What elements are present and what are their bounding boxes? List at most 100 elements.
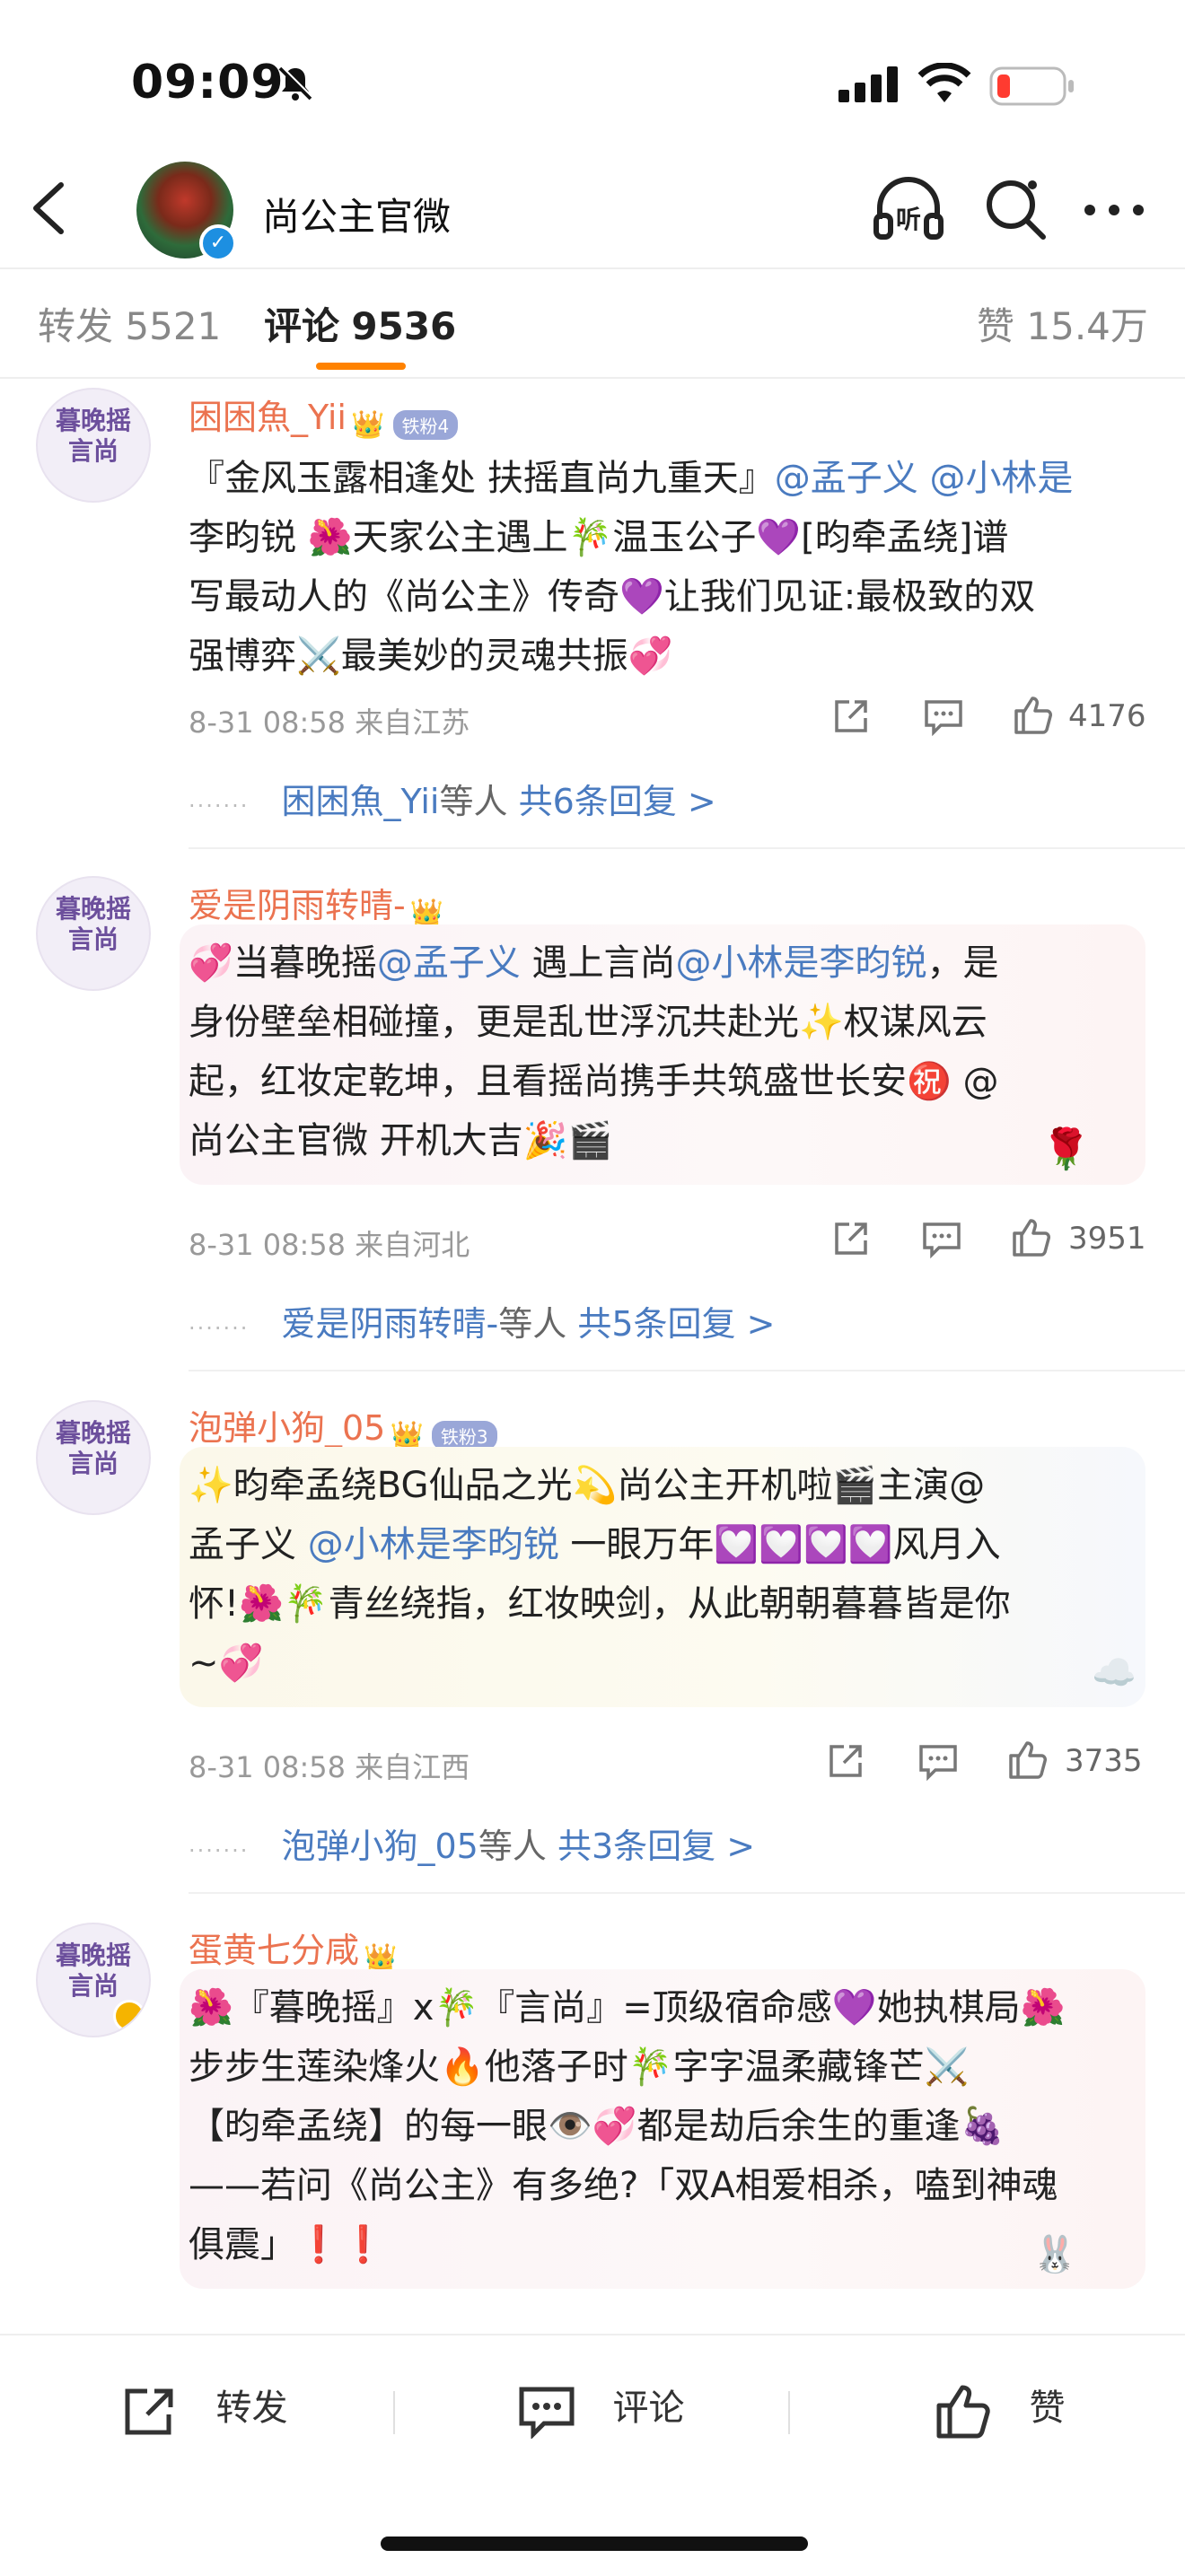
tab-likes-count: 15.4万 bbox=[1026, 304, 1148, 348]
comment-text: 💞当暮晚摇@孟子义 遇上言尚@小林是李昀锐，是 身份壁垒相碰撞，更是乱世浮沉共赴… bbox=[189, 933, 1140, 1170]
view-replies-link[interactable]: ······· 困困魚_Yii等人 共6条回复 > bbox=[189, 774, 716, 823]
more-dots-icon[interactable] bbox=[1083, 201, 1146, 223]
comment-text: 『金风玉露相逢处 扶摇直尚九重天』@孟子义 @小林是 李昀锐 🌺天家公主遇上🎋温… bbox=[189, 449, 1140, 686]
text-span: 💞当暮晚摇 bbox=[189, 942, 377, 984]
wifi-icon bbox=[917, 62, 971, 108]
share-icon[interactable] bbox=[831, 1219, 871, 1262]
text-span: 🌺『暮晚摇』x🎋『言尚』=顶级宿命感💜她执棋局🌺 bbox=[189, 1987, 1066, 2028]
text-span: 【昀牵孟绕】的每一眼👁️💞都是劫后余生的重逢🍇 bbox=[189, 2106, 1005, 2147]
repost-button[interactable]: 转发 bbox=[122, 2379, 288, 2438]
share-icon[interactable] bbox=[826, 1741, 865, 1784]
battery-icon bbox=[989, 66, 1075, 110]
comment-header: 蛋黄七分咸 👑 bbox=[189, 1923, 397, 1974]
comment-icon[interactable] bbox=[921, 1221, 962, 1262]
like-button[interactable]: 赞 bbox=[934, 2379, 1066, 2440]
reply-user: 泡弹小狗_05 bbox=[281, 1827, 478, 1866]
comment-meta: 8-31 08:58 来自江苏 bbox=[189, 705, 470, 740]
thumbs-up-icon bbox=[934, 2381, 1008, 2438]
text-span: 强博弈⚔️最美妙的灵魂共振💞 bbox=[189, 635, 673, 677]
text-span: 写最动人的《尚公主》传奇💜让我们见证:最极致的双 bbox=[189, 576, 1036, 618]
comment-header: 泡弹小狗_05 👑 铁粉3 bbox=[189, 1400, 497, 1451]
text-span bbox=[918, 458, 930, 499]
tab-repost[interactable]: 转发 5521 bbox=[38, 296, 221, 351]
svg-text:听: 听 bbox=[896, 205, 921, 234]
comment-line: 尚公主官微 开机大吉🎉🎬 bbox=[189, 1111, 1140, 1170]
header-divider bbox=[0, 267, 1185, 269]
mention-link[interactable]: @小林是 bbox=[929, 458, 1073, 499]
text-span: 一眼万年💟💟💟💟风月入 bbox=[558, 1524, 1001, 1565]
tabs-divider bbox=[0, 377, 1185, 379]
comment-line: 怀!🌺🎋青丝绕指，红妆映剑，从此朝朝暮暮皆是你 bbox=[189, 1574, 1140, 1634]
commenter-avatar[interactable]: 暮晚摇 言尚 bbox=[36, 876, 151, 991]
thumbs-up-icon[interactable] bbox=[1009, 1215, 1052, 1262]
commenter-name[interactable]: 蛋黄七分咸 bbox=[189, 1931, 359, 1970]
reply-count: 共3条回复 > bbox=[557, 1827, 756, 1866]
share-icon bbox=[122, 2382, 195, 2436]
tab-repost-count: 5521 bbox=[125, 304, 222, 348]
tab-likes[interactable]: 赞 15.4万 bbox=[977, 296, 1148, 351]
crown-icon: 👑 bbox=[351, 409, 385, 441]
reply-count: 共5条回复 > bbox=[577, 1304, 776, 1344]
tab-comments-label: 评论 bbox=[264, 304, 340, 348]
comment-icon[interactable] bbox=[923, 698, 964, 744]
commenter-avatar[interactable]: 暮晚摇 言尚 bbox=[36, 388, 151, 503]
commenter-name[interactable]: 困困魚_Yii bbox=[189, 398, 347, 437]
comment-icon bbox=[517, 2382, 592, 2440]
comment-header: 爱是阴雨转晴- 👑 bbox=[189, 878, 443, 929]
view-replies-link[interactable]: ······· 泡弹小狗_05等人 共3条回复 > bbox=[189, 1818, 755, 1868]
text-span: 起，红妆定乾坤，且看摇尚携手共筑盛世长安㊗️ @ bbox=[189, 1061, 999, 1102]
comment-meta: 8-31 08:58 来自河北 bbox=[189, 1228, 470, 1262]
avatar-art: 暮晚摇 言尚 bbox=[55, 1418, 131, 1478]
comment-button[interactable]: 评论 bbox=[517, 2379, 685, 2440]
tab-likes-label: 赞 bbox=[977, 304, 1015, 348]
avatar-art: 暮晚摇 言尚 bbox=[55, 894, 131, 954]
tab-repost-label: 转发 bbox=[38, 304, 114, 348]
reply-user: 困困魚_Yii bbox=[281, 782, 440, 821]
thumbs-up-icon[interactable] bbox=[1011, 693, 1054, 740]
avatar-art: 暮晚摇 言尚 bbox=[55, 406, 131, 466]
headphones-icon[interactable]: 听 bbox=[871, 171, 946, 250]
verified-badge-icon bbox=[113, 2000, 145, 2032]
comment-line: 【昀牵孟绕】的每一眼👁️💞都是劫后余生的重逢🍇 bbox=[189, 2097, 1140, 2156]
silent-bell-icon bbox=[275, 63, 316, 108]
mention-link[interactable]: @孟子义 bbox=[377, 942, 521, 984]
back-chevron-icon[interactable] bbox=[29, 180, 68, 241]
comment-line: 🌺『暮晚摇』x🎋『言尚』=顶级宿命感💜她执棋局🌺 bbox=[189, 1978, 1140, 2037]
commenter-avatar[interactable]: 暮晚摇 言尚 bbox=[36, 1400, 151, 1515]
home-indicator[interactable] bbox=[381, 2537, 808, 2551]
comment-header: 困困魚_Yii 👑 铁粉4 bbox=[189, 390, 459, 441]
comment-line: 俱震」❗❗ bbox=[189, 2215, 1140, 2274]
like-label: 赞 bbox=[1029, 2388, 1066, 2429]
comment-line: ——若问《尚公主》有多绝?「双A相爱相杀，嗑到神魂 bbox=[189, 2156, 1140, 2215]
commenter-name[interactable]: 爱是阴雨转晴- bbox=[189, 886, 406, 925]
reply-count: 共6条回复 > bbox=[518, 782, 716, 821]
tab-comments-count: 9536 bbox=[351, 304, 457, 348]
text-span: 李昀锐 🌺天家公主遇上🎋温玉公子💜[昀牵孟绕]谱 bbox=[189, 517, 1009, 558]
reply-suffix: 等人 bbox=[478, 1827, 547, 1866]
view-replies-link[interactable]: ······· 爱是阴雨转晴-等人 共5条回复 > bbox=[189, 1296, 775, 1345]
text-span: ~💞 bbox=[189, 1643, 264, 1684]
mention-link[interactable]: @小林是李昀锐 bbox=[308, 1524, 559, 1565]
reply-dots: ······· bbox=[189, 1316, 250, 1341]
comment-line: 步步生莲染烽火🔥他落子时🎋字字温柔藏锋芒⚔️ bbox=[189, 2037, 1140, 2097]
commenter-avatar[interactable]: 暮晚摇 言尚 bbox=[36, 1923, 151, 2037]
comment-line: 『金风玉露相逢处 扶摇直尚九重天』@孟子义 @小林是 bbox=[189, 449, 1140, 508]
text-span: 俱震」❗❗ bbox=[189, 2224, 386, 2265]
reply-suffix: 等人 bbox=[498, 1304, 567, 1344]
comment-icon[interactable] bbox=[917, 1743, 959, 1784]
tab-comments[interactable]: 评论 9536 bbox=[264, 296, 456, 351]
reply-suffix: 等人 bbox=[439, 782, 508, 821]
commenter-name[interactable]: 泡弹小狗_05 bbox=[189, 1408, 385, 1448]
active-tab-indicator bbox=[316, 363, 406, 370]
mention-link[interactable]: @小林是李昀锐 bbox=[676, 942, 927, 984]
text-span: ，是 bbox=[926, 942, 999, 984]
page-title: 尚公主官微 bbox=[262, 195, 452, 239]
comment-divider bbox=[189, 1370, 1185, 1371]
mention-link[interactable]: @孟子义 bbox=[775, 458, 918, 499]
thumbs-up-icon[interactable] bbox=[1005, 1738, 1049, 1784]
verified-badge-icon: ✓ bbox=[199, 224, 237, 262]
comment-line: 孟子义 @小林是李昀锐 一眼万年💟💟💟💟风月入 bbox=[189, 1515, 1140, 1574]
comment-line: 💞当暮晚摇@孟子义 遇上言尚@小林是李昀锐，是 bbox=[189, 933, 1140, 993]
share-icon[interactable] bbox=[831, 697, 871, 744]
search-icon[interactable] bbox=[980, 174, 1052, 250]
